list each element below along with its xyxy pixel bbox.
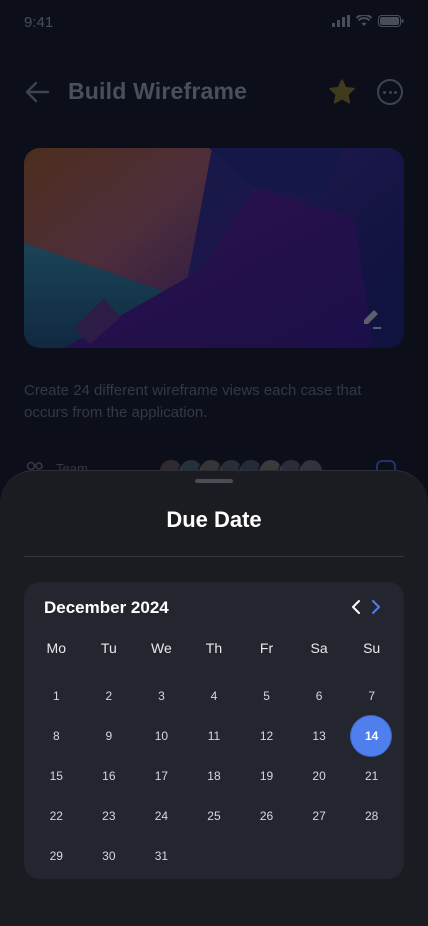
screen: 9:41 Build Wireframe Create 24 different… xyxy=(0,0,428,926)
calendar-day[interactable]: 17 xyxy=(135,756,188,796)
calendar-day[interactable]: 10 xyxy=(135,716,188,756)
calendar-spacer xyxy=(30,660,398,676)
due-date-sheet: Due Date December 2024 Mo Tu We Th Fr Sa Su 1 2 3… xyxy=(0,470,428,926)
weekday-label: Sa xyxy=(310,640,328,656)
calendar-day[interactable]: 13 xyxy=(293,716,346,756)
weekday-label: Mo xyxy=(46,640,66,656)
calendar-month-label: December 2024 xyxy=(44,598,169,617)
sheet-drag-handle[interactable] xyxy=(195,479,233,483)
calendar-day[interactable]: 3 xyxy=(135,676,188,716)
divider xyxy=(24,556,404,557)
calendar-day[interactable]: 2 xyxy=(83,676,136,716)
calendar-day[interactable]: 7 xyxy=(345,676,398,716)
calendar-day[interactable]: 25 xyxy=(188,796,241,836)
calendar-day[interactable]: 30 xyxy=(83,836,136,876)
calendar-day[interactable]: 20 xyxy=(293,756,346,796)
calendar-day[interactable]: 6 xyxy=(293,676,346,716)
calendar-day[interactable]: 18 xyxy=(188,756,241,796)
calendar-day[interactable]: 8 xyxy=(30,716,83,756)
weekday-label: Tu xyxy=(100,640,117,656)
calendar-day-selected[interactable]: 14 xyxy=(345,716,398,756)
calendar-day[interactable]: 31 xyxy=(135,836,188,876)
calendar-day[interactable]: 5 xyxy=(240,676,293,716)
chevron-left-icon[interactable] xyxy=(348,598,364,616)
sheet-title: Due Date xyxy=(166,507,262,532)
calendar-day[interactable]: 15 xyxy=(30,756,83,796)
weekday-label: Th xyxy=(205,640,223,656)
weekday-label: We xyxy=(151,640,172,656)
calendar-day[interactable]: 19 xyxy=(240,756,293,796)
calendar: December 2024 Mo Tu We Th Fr Sa Su 1 2 3 4 5 6 7 8 9 10 1… xyxy=(24,582,404,879)
calendar-grid: Mo Tu We Th Fr Sa Su 1 2 3 4 5 6 7 8 9 10 11 12 13 14 15 16 17 1… xyxy=(30,636,398,876)
calendar-day[interactable]: 12 xyxy=(240,716,293,756)
calendar-day[interactable]: 4 xyxy=(188,676,241,716)
calendar-day[interactable]: 9 xyxy=(83,716,136,756)
weekday-label: Su xyxy=(363,640,381,656)
calendar-day[interactable]: 11 xyxy=(188,716,241,756)
calendar-day[interactable]: 29 xyxy=(30,836,83,876)
calendar-day[interactable]: 21 xyxy=(345,756,398,796)
calendar-day[interactable]: 27 xyxy=(293,796,346,836)
chevron-right-icon[interactable] xyxy=(368,598,384,616)
calendar-day[interactable]: 22 xyxy=(30,796,83,836)
weekday-label: Fr xyxy=(259,640,274,656)
calendar-day[interactable]: 16 xyxy=(83,756,136,796)
calendar-day[interactable]: 28 xyxy=(345,796,398,836)
calendar-day[interactable]: 1 xyxy=(30,676,83,716)
calendar-day[interactable]: 24 xyxy=(135,796,188,836)
calendar-day[interactable]: 26 xyxy=(240,796,293,836)
calendar-day[interactable]: 23 xyxy=(83,796,136,836)
